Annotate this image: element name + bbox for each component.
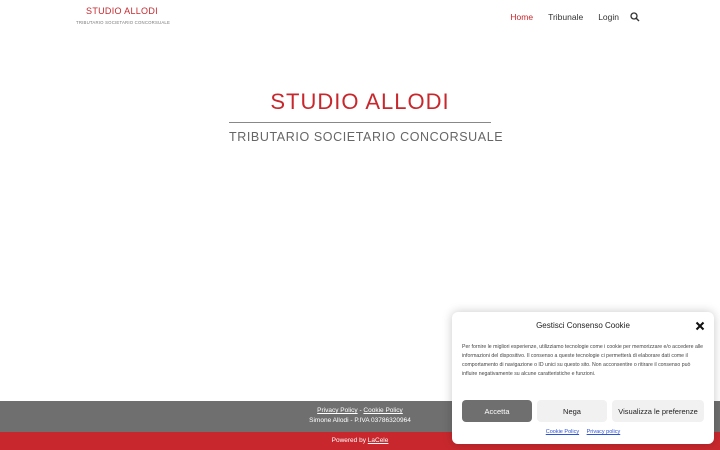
nav-item-login[interactable]: Login (598, 12, 619, 22)
hero-title: STUDIO ALLODI (270, 89, 450, 114)
search-icon[interactable] (630, 12, 640, 22)
site-header: STUDIO ALLODI TRIBUTARIO SOCIETARIO CONC… (0, 0, 720, 36)
nav-item-home[interactable]: Home (510, 12, 533, 22)
main-nav: Home Tribunale Login (510, 12, 640, 22)
nav-item-tribunale[interactable]: Tribunale (548, 12, 583, 22)
cookie-buttons: Accetta Nega Visualizza le preferenze (462, 400, 704, 422)
logo-subtitle: TRIBUTARIO SOCIETARIO CONCORSUALE (76, 20, 171, 25)
cookie-banner-links: Cookie Policy Privacy policy (452, 429, 714, 435)
site-logo[interactable]: STUDIO ALLODI TRIBUTARIO SOCIETARIO CONC… (76, 6, 171, 25)
powered-by-link[interactable]: LaCele (368, 437, 389, 444)
hero-subtitle: TRIBUTARIO SOCIETARIO CONCORSUALE (229, 130, 504, 144)
hero-divider (229, 122, 491, 123)
powered-by-label: Powered by (331, 437, 368, 444)
deny-button[interactable]: Nega (537, 400, 607, 422)
logo-title: STUDIO ALLODI (86, 6, 158, 16)
accept-button[interactable]: Accetta (462, 400, 532, 422)
hero-logo: STUDIO ALLODI TRIBUTARIO SOCIETARIO CONC… (229, 88, 504, 144)
cookie-consent-banner: Gestisci Consenso Cookie Per fornire le … (452, 312, 714, 444)
cookie-banner-title: Gestisci Consenso Cookie (536, 321, 630, 330)
close-icon[interactable] (695, 321, 705, 331)
preferences-button[interactable]: Visualizza le preferenze (612, 400, 704, 422)
footer-cookie-link[interactable]: Cookie Policy (363, 407, 402, 414)
cookie-banner-text: Per fornire le migliori esperienze, util… (462, 344, 704, 377)
cookie-policy-link[interactable]: Cookie Policy (546, 429, 579, 435)
privacy-policy-link[interactable]: Privacy policy (587, 429, 621, 435)
footer-privacy-link[interactable]: Privacy Policy (317, 407, 357, 414)
